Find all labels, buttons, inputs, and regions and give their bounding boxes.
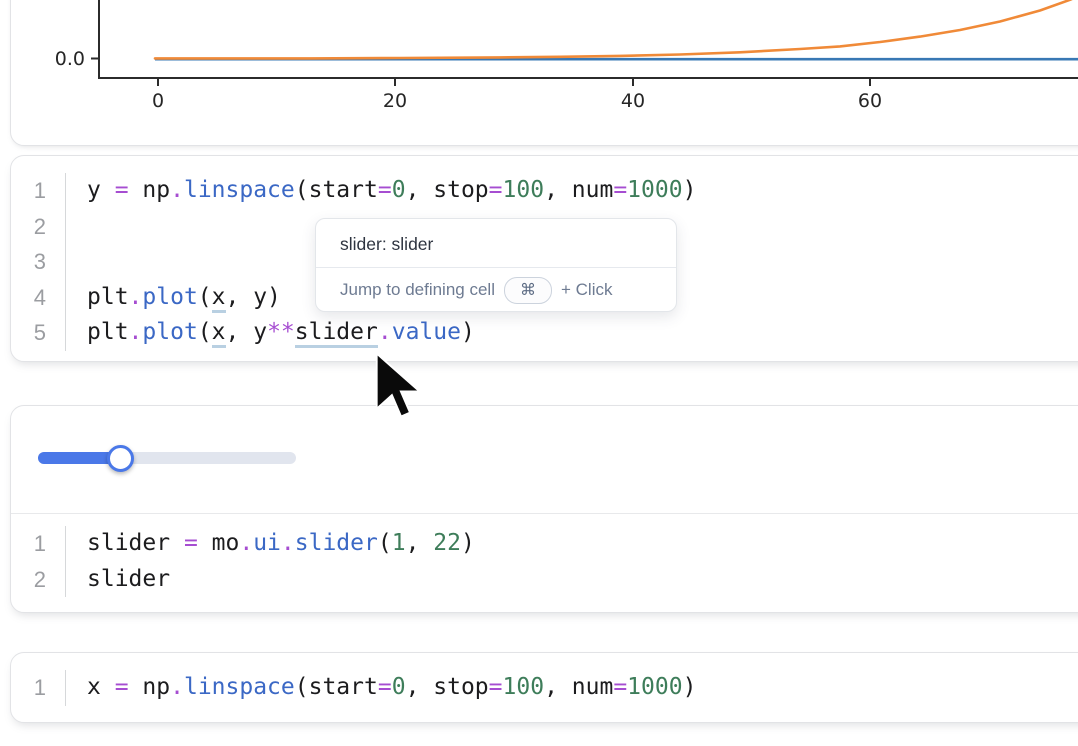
x-tick-label: 40 bbox=[621, 90, 645, 112]
line-number: 1 bbox=[11, 670, 46, 706]
x-tick-label: 60 bbox=[858, 90, 882, 112]
y-tick-label: 0.0 bbox=[55, 48, 85, 70]
slider-thumb[interactable] bbox=[107, 445, 134, 472]
x-tick-label: 20 bbox=[383, 90, 407, 112]
line-number: 3 bbox=[11, 244, 46, 280]
mouse-cursor-icon bbox=[374, 351, 424, 427]
tooltip-title: slider: slider bbox=[316, 219, 676, 268]
plot-figure: 0.0 0 20 40 60 bbox=[11, 0, 1078, 146]
code-line-2[interactable]: slider bbox=[87, 562, 475, 598]
code-editor[interactable]: 1 2 slider = mo.ui.slider(1, 22) slider bbox=[11, 513, 1078, 609]
cell-plot-output: 0.0 0 20 40 60 bbox=[10, 0, 1078, 146]
line-number: 1 bbox=[11, 526, 46, 562]
line-number: 5 bbox=[11, 315, 46, 351]
line-number: 2 bbox=[11, 562, 46, 598]
line-number-gutter: 1 2 bbox=[11, 526, 66, 597]
cell-slider[interactable]: 1 2 slider = mo.ui.slider(1, 22) slider bbox=[10, 405, 1078, 613]
orange-curve-series bbox=[155, 0, 1078, 58]
line-number-gutter: 1 2 3 4 5 bbox=[11, 173, 66, 351]
tooltip-action-label: Jump to defining cell bbox=[340, 280, 495, 300]
code-editor[interactable]: 1 x = np.linspace(start=0, stop=100, num… bbox=[11, 653, 1078, 723]
line-number-gutter: 1 bbox=[11, 670, 66, 706]
slider[interactable] bbox=[38, 452, 296, 464]
slider-output-area bbox=[11, 406, 1078, 513]
code-line-1[interactable]: y = np.linspace(start=0, stop=100, num=1… bbox=[87, 173, 696, 209]
line-number: 2 bbox=[11, 209, 46, 245]
code-line-1[interactable]: x = np.linspace(start=0, stop=100, num=1… bbox=[87, 670, 696, 706]
variable-tooltip: slider: slider Jump to defining cell ⌘ +… bbox=[315, 218, 677, 312]
line-number: 1 bbox=[11, 173, 46, 209]
tooltip-suffix-label: + Click bbox=[561, 280, 612, 300]
cell-code-x[interactable]: 1 x = np.linspace(start=0, stop=100, num… bbox=[10, 652, 1078, 723]
x-tick-label: 0 bbox=[152, 90, 164, 112]
command-key-icon: ⌘ bbox=[504, 277, 552, 304]
code-line-5[interactable]: plt.plot(x, y**slider.value) bbox=[87, 315, 696, 351]
code-line-1[interactable]: slider = mo.ui.slider(1, 22) bbox=[87, 526, 475, 562]
line-number: 4 bbox=[11, 280, 46, 316]
